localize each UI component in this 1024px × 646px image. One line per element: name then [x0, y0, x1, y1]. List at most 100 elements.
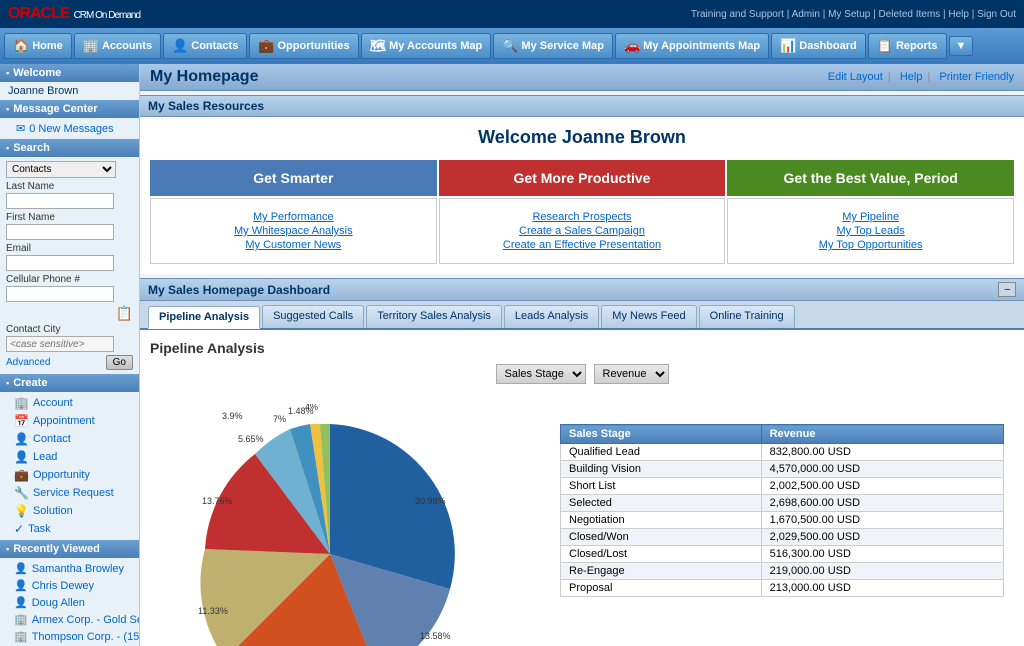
admin-link[interactable]: Admin — [792, 9, 820, 20]
chart-area: 30.98% 13.58% 18.28% 11.33% 13.76% 5.65%… — [150, 394, 1014, 646]
pct-label-selected: 13.76% — [202, 496, 233, 506]
create-service-request-label: Service Request — [33, 487, 114, 499]
my-top-leads-link[interactable]: My Top Leads — [738, 225, 1003, 237]
research-prospects-link[interactable]: Research Prospects — [450, 211, 715, 223]
nav-appointments-map[interactable]: 🚗 My Appointments Map — [615, 33, 769, 59]
sidebar-recently-viewed-header[interactable]: ▪ Recently Viewed — [0, 540, 139, 558]
dashboard-title: My Sales Homepage Dashboard — [148, 283, 330, 297]
nav-opportunities[interactable]: 💼 Opportunities — [249, 33, 358, 59]
recent-armex[interactable]: 🏢Armex Corp. - Gold Se... — [0, 611, 139, 628]
sign-out-link[interactable]: Sign Out — [977, 9, 1016, 20]
contacts-icon: 👤 — [172, 38, 188, 54]
pie-chart-svg: 30.98% 13.58% 18.28% 11.33% 13.76% 5.65%… — [160, 404, 500, 646]
new-messages-link[interactable]: ✉ 0 New Messages — [0, 120, 139, 137]
tab-online-training[interactable]: Online Training — [699, 305, 795, 328]
dashboard-minimize-button[interactable]: – — [998, 282, 1016, 297]
last-name-input[interactable] — [6, 193, 114, 209]
contact-city-label: Contact City — [6, 324, 133, 335]
tabs-bar: Pipeline Analysis Suggested Calls Territ… — [140, 301, 1024, 330]
col-revenue: Revenue — [761, 425, 1003, 444]
recent-thompson[interactable]: 🏢Thompson Corp. - (15)... — [0, 628, 139, 645]
sidebar-user-name: Joanne Brown — [0, 82, 139, 100]
table-row: Proposal213,000.00 USD — [561, 580, 1004, 597]
create-account-label: Account — [33, 397, 73, 409]
create-task-label: Task — [28, 523, 51, 535]
sidebar-welcome-header[interactable]: ▪ Welcome — [0, 64, 139, 82]
create-task[interactable]: ✓Task — [0, 520, 139, 538]
stage-selected: Selected — [561, 495, 762, 512]
contact-city-input[interactable] — [6, 336, 114, 352]
nav-reports-label: Reports — [896, 40, 938, 52]
cellular-extra-icon: 📋 — [116, 305, 133, 321]
tab-suggested-calls[interactable]: Suggested Calls — [262, 305, 364, 328]
rev-proposal: 213,000.00 USD — [761, 580, 1003, 597]
create-appointment[interactable]: 📅Appointment — [0, 412, 139, 430]
recently-viewed-section: 👤Samantha Browley 👤Chris Dewey 👤Doug All… — [0, 558, 139, 646]
advanced-link[interactable]: Advanced — [6, 357, 50, 368]
table-row: Building Vision4,570,000.00 USD — [561, 461, 1004, 478]
tab-news-feed[interactable]: My News Feed — [601, 305, 696, 328]
create-sales-campaign-link[interactable]: Create a Sales Campaign — [450, 225, 715, 237]
create-opportunity[interactable]: 💼Opportunity — [0, 466, 139, 484]
recent-samantha-label: Samantha Browley — [32, 563, 124, 575]
nav-reports[interactable]: 📋 Reports — [868, 33, 947, 59]
deleted-items-link[interactable]: Deleted Items — [878, 9, 940, 20]
dashboard-icon: 📊 — [780, 38, 796, 54]
pipeline-filter1-select[interactable]: Sales Stage — [496, 364, 586, 384]
message-center-label: Message Center — [13, 103, 97, 115]
create-service-request[interactable]: 🔧Service Request — [0, 484, 139, 502]
training-support-link[interactable]: Training and Support — [691, 9, 784, 20]
my-performance-link[interactable]: My Performance — [161, 211, 426, 223]
accounts-map-icon: 🗺 — [370, 38, 387, 54]
create-lead[interactable]: 👤Lead — [0, 448, 139, 466]
sidebar-search-header[interactable]: ▪ Search — [0, 139, 139, 157]
message-toggle-icon: ▪ — [6, 104, 9, 114]
pipeline-filter2-select[interactable]: Revenue — [594, 364, 669, 384]
tab-leads-analysis[interactable]: Leads Analysis — [504, 305, 599, 328]
top-bar: ORACLECRM On Demand Training and Support… — [0, 0, 1024, 28]
first-name-input[interactable] — [6, 224, 114, 240]
my-customer-news-link[interactable]: My Customer News — [161, 239, 426, 251]
get-smarter-header: Get Smarter — [150, 160, 437, 196]
create-solution[interactable]: 💡Solution — [0, 502, 139, 520]
nav-home[interactable]: 🏠 Home — [4, 33, 72, 59]
edit-layout-link[interactable]: Edit Layout — [828, 71, 883, 83]
my-pipeline-link[interactable]: My Pipeline — [738, 211, 1003, 223]
sidebar-message-center-header[interactable]: ▪ Message Center — [0, 100, 139, 118]
cellular-input[interactable] — [6, 286, 114, 302]
tab-pipeline-analysis[interactable]: Pipeline Analysis — [148, 306, 260, 329]
data-table-container: Sales Stage Revenue Qualified Lead832,80… — [560, 424, 1004, 597]
search-go-button[interactable]: Go — [106, 355, 133, 370]
recent-samantha[interactable]: 👤Samantha Browley — [0, 560, 139, 577]
nav-accounts-map[interactable]: 🗺 My Accounts Map — [361, 33, 492, 59]
create-contact[interactable]: 👤Contact — [0, 430, 139, 448]
nav-accounts[interactable]: 🏢 Accounts — [74, 33, 161, 59]
pct-label-slice3: 4% — [305, 404, 318, 412]
create-account[interactable]: 🏢Account — [0, 394, 139, 412]
search-type-select[interactable]: Contacts Accounts Leads — [6, 161, 116, 178]
printer-friendly-link[interactable]: Printer Friendly — [939, 71, 1014, 83]
recent-chris-label: Chris Dewey — [32, 580, 94, 592]
nav-more-button[interactable]: ▼ — [949, 36, 974, 56]
page-header: My Homepage Edit Layout | Help | Printer… — [140, 64, 1024, 91]
my-setup-link[interactable]: My Setup — [828, 9, 870, 20]
stage-re-engage: Re-Engage — [561, 563, 762, 580]
tab-territory-sales[interactable]: Territory Sales Analysis — [366, 305, 502, 328]
help-link-page[interactable]: Help — [900, 71, 923, 83]
nav-dashboard[interactable]: 📊 Dashboard — [771, 33, 866, 59]
pct-label-slice4: 3.9% — [222, 411, 243, 421]
recent-doug[interactable]: 👤Doug Allen — [0, 594, 139, 611]
rev-short-list: 2,002,500.00 USD — [761, 478, 1003, 495]
my-top-opportunities-link[interactable]: My Top Opportunities — [738, 239, 1003, 251]
my-whitespace-link[interactable]: My Whitespace Analysis — [161, 225, 426, 237]
nav-bar: 🏠 Home 🏢 Accounts 👤 Contacts 💼 Opportuni… — [0, 28, 1024, 64]
sidebar-create-header[interactable]: ▪ Create — [0, 374, 139, 392]
sales-resources-section-header: My Sales Resources — [140, 95, 1024, 117]
effective-presentation-link[interactable]: Create an Effective Presentation — [450, 239, 715, 251]
nav-contacts[interactable]: 👤 Contacts — [163, 33, 247, 59]
rev-building-vision: 4,570,000.00 USD — [761, 461, 1003, 478]
nav-service-map[interactable]: 🔍 My Service Map — [493, 33, 613, 59]
help-link-top[interactable]: Help — [948, 9, 969, 20]
recent-chris[interactable]: 👤Chris Dewey — [0, 577, 139, 594]
email-input[interactable] — [6, 255, 114, 271]
